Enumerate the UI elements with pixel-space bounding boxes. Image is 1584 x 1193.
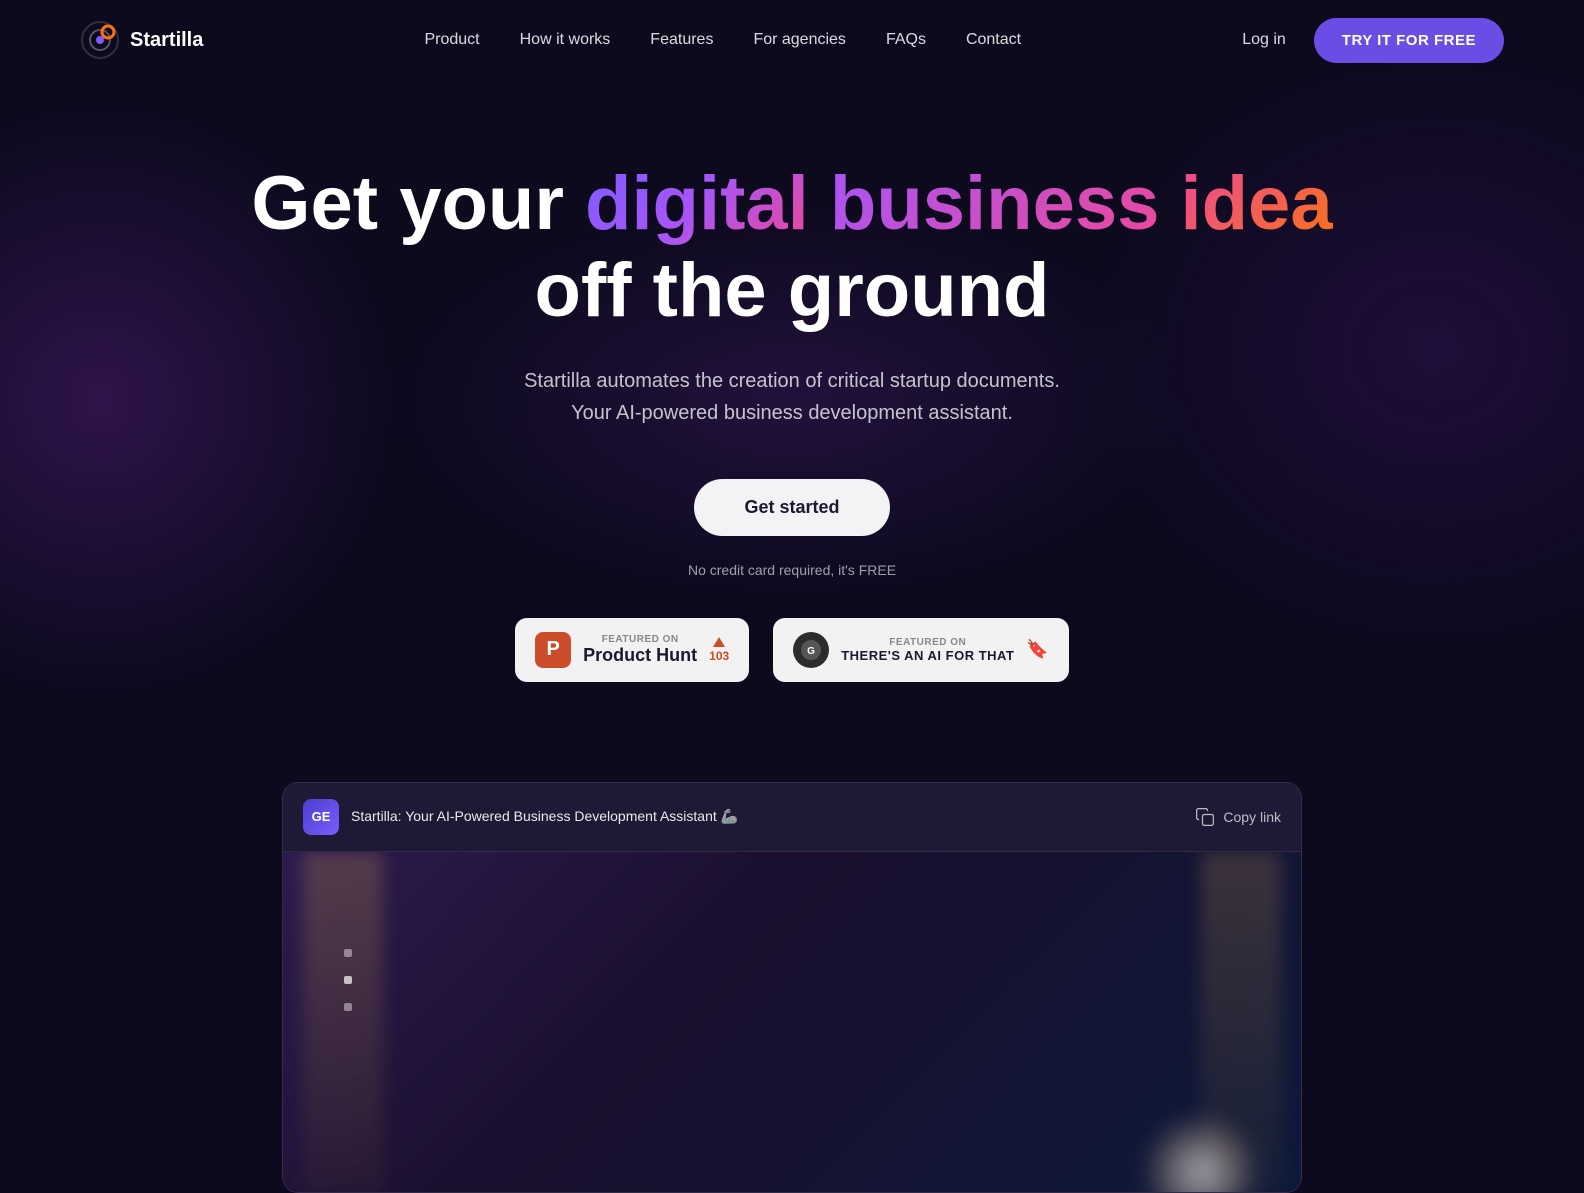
video-section: GE Startilla: Your AI-Powered Business D…: [252, 782, 1332, 1193]
bg-column-left: [303, 852, 383, 1192]
nav-how-it-works[interactable]: How it works: [520, 31, 611, 48]
bookmark-icon: 🔖: [1026, 639, 1048, 660]
svg-text:G: G: [807, 646, 815, 657]
ai-featured-label: FEATURED ON: [841, 637, 1014, 648]
ph-name: Product Hunt: [583, 645, 697, 666]
ai-name: THERE'S AN AI FOR THAT: [841, 648, 1014, 663]
nav-contact[interactable]: Contact: [966, 31, 1021, 48]
hero-section: Get your digital business idea off the g…: [0, 80, 1584, 742]
ai-badge-icon: G: [793, 632, 829, 668]
app-preview-area: Startilla User Project Data Input Lean C…: [283, 852, 1301, 1192]
logo-link[interactable]: Startilla: [80, 20, 203, 60]
ai-badge-text: FEATURED ON THERE'S AN AI FOR THAT: [841, 637, 1014, 663]
video-header-left: GE Startilla: Your AI-Powered Business D…: [303, 799, 738, 835]
product-hunt-badge[interactable]: P FEATURED ON Product Hunt 103: [515, 618, 749, 682]
headline-business: business: [830, 161, 1159, 246]
nav-product[interactable]: Product: [424, 31, 479, 48]
video-title-text: Startilla: Your AI-Powered Business Deve…: [351, 808, 738, 825]
headline-idea: idea: [1181, 161, 1333, 246]
nav-features[interactable]: Features: [650, 31, 713, 48]
nav-right: Log in TRY IT FOR FREE: [1242, 18, 1504, 63]
ph-featured-label: FEATURED ON: [583, 634, 697, 645]
video-avatar: GE: [303, 799, 339, 835]
logo-text: Startilla: [130, 29, 203, 52]
copy-icon: [1195, 807, 1215, 827]
headline-prefix: Get your: [251, 161, 585, 246]
copy-link-button[interactable]: Copy link: [1195, 807, 1281, 827]
video-container: GE Startilla: Your AI-Powered Business D…: [282, 782, 1302, 1193]
hero-headline: Get your digital business idea off the g…: [20, 160, 1564, 335]
hero-badges: P FEATURED ON Product Hunt 103 G FEATURE…: [20, 618, 1564, 682]
hero-note: No credit card required, it's FREE: [20, 562, 1564, 578]
video-header: GE Startilla: Your AI-Powered Business D…: [283, 783, 1301, 852]
headline-suffix: off the ground: [535, 248, 1050, 333]
product-hunt-icon: P: [535, 632, 571, 668]
nav-faqs[interactable]: FAQs: [886, 31, 926, 48]
nav-cta-button[interactable]: TRY IT FOR FREE: [1314, 18, 1504, 63]
get-started-button[interactable]: Get started: [694, 479, 889, 536]
sidebar-dot-3: [344, 1003, 352, 1011]
sidebar-dot-2: [344, 976, 352, 984]
ph-votes: 103: [709, 637, 729, 663]
navbar: Startilla Product How it works Features …: [0, 0, 1584, 80]
vote-count: 103: [709, 649, 729, 663]
product-hunt-text: FEATURED ON Product Hunt: [583, 634, 697, 666]
logo-icon: [80, 20, 120, 60]
sidebar-dot-1: [344, 949, 352, 957]
login-link[interactable]: Log in: [1242, 31, 1286, 49]
theresanai-badge[interactable]: G FEATURED ON THERE'S AN AI FOR THAT 🔖: [773, 618, 1069, 682]
vote-triangle: [713, 637, 725, 647]
copy-label: Copy link: [1223, 809, 1281, 825]
hero-subtext: Startilla automates the creation of crit…: [20, 365, 1564, 429]
nav-links: Product How it works Features For agenci…: [424, 31, 1021, 49]
nav-for-agencies[interactable]: For agencies: [753, 31, 846, 48]
hero-cta-wrapper: Get started No credit card required, it'…: [20, 479, 1564, 578]
headline-digital: digital: [585, 161, 809, 246]
